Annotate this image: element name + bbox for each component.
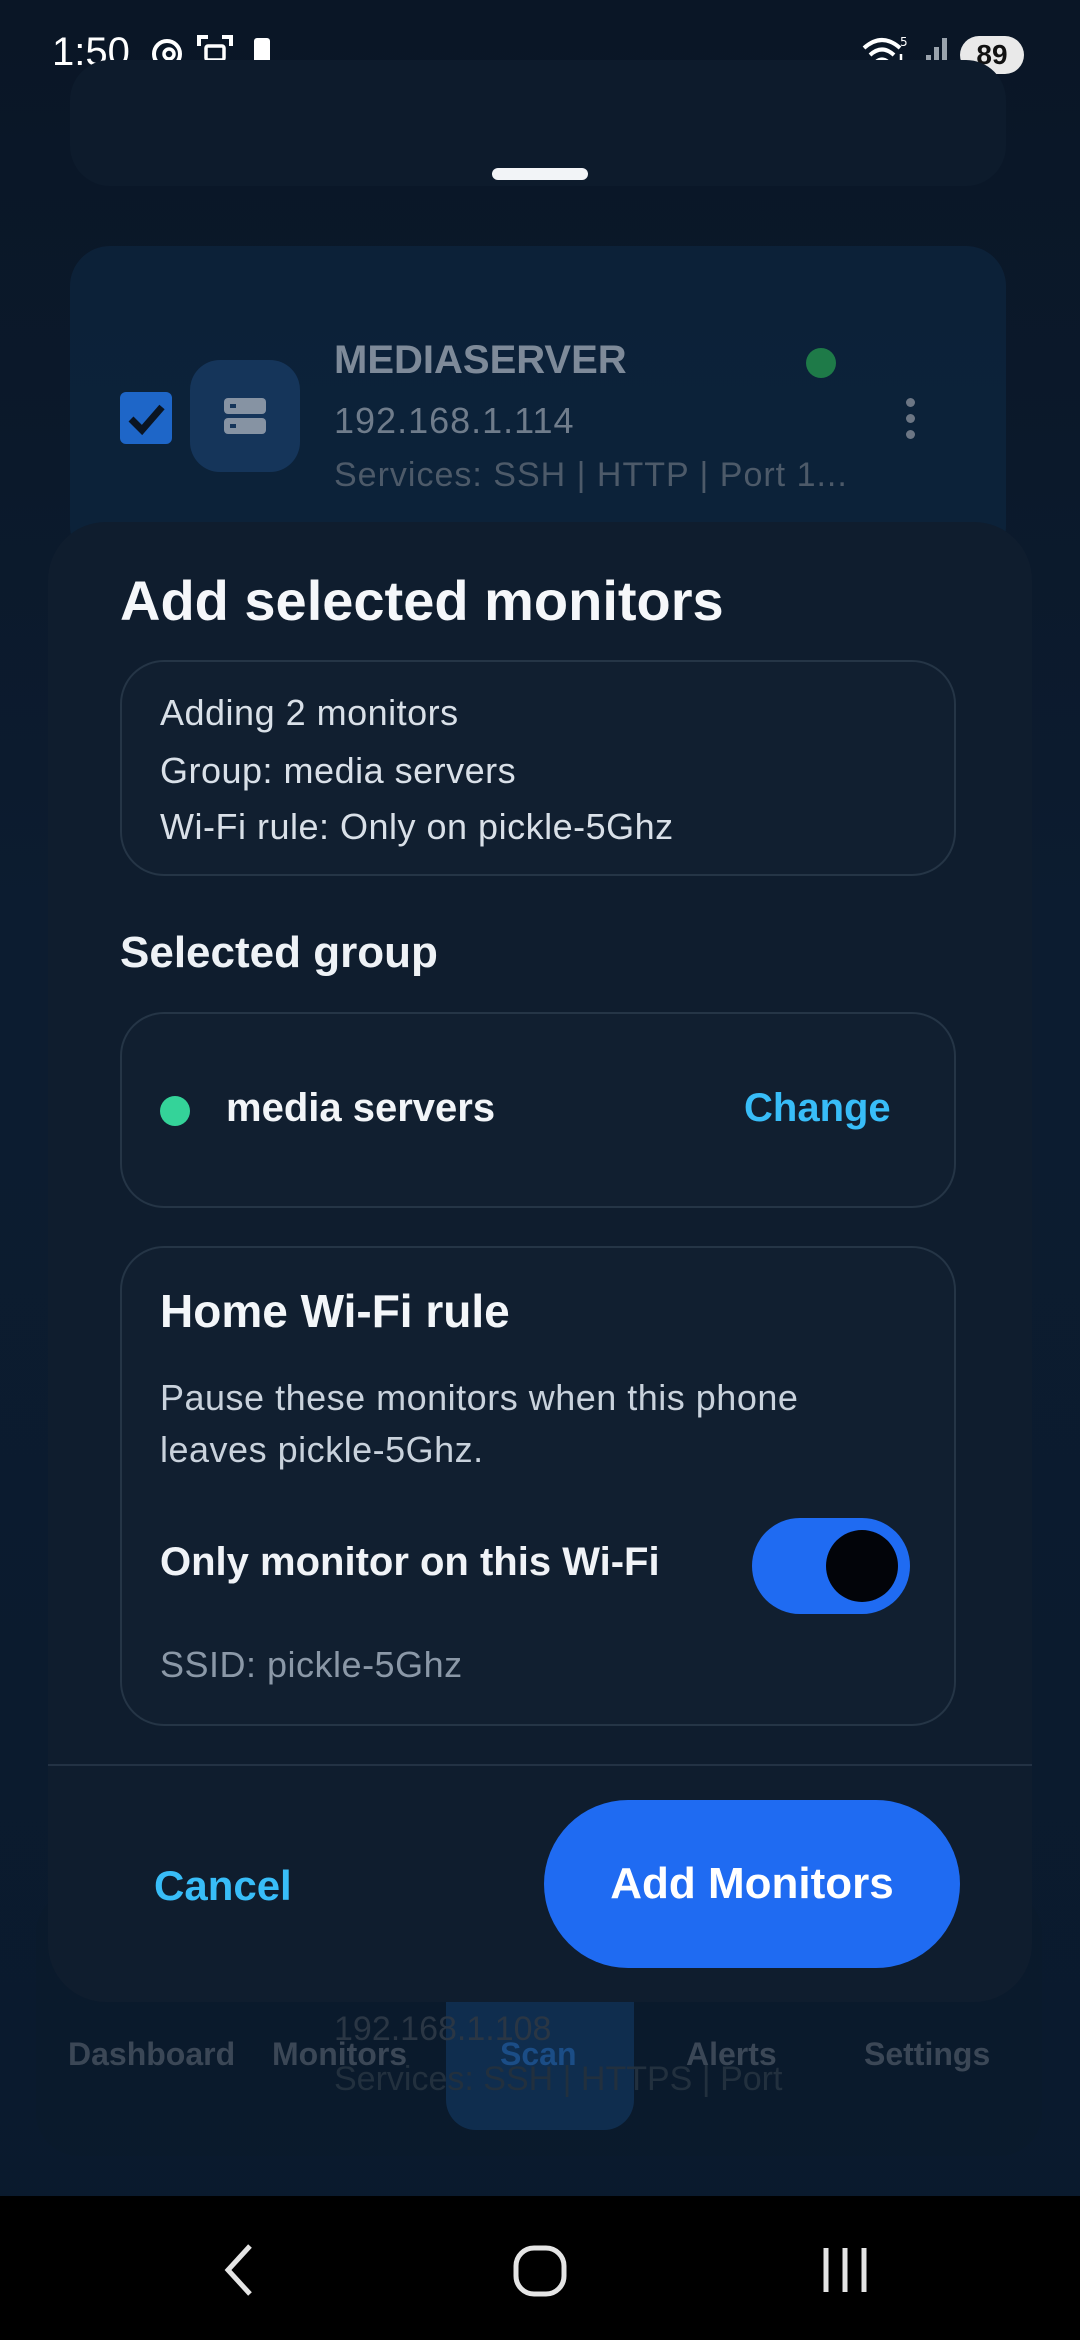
group-color-dot [160, 1096, 190, 1126]
sheet-title: Add selected monitors [120, 569, 724, 632]
nav-alerts[interactable]: Alerts [686, 2036, 777, 2073]
server-checkbox[interactable] [120, 392, 172, 444]
group-name: media servers [226, 1086, 496, 1130]
more-options-icon[interactable] [906, 398, 918, 446]
wifi-rule-title: Home Wi-Fi rule [160, 1285, 510, 1337]
online-status-dot [806, 348, 836, 378]
nav-settings[interactable]: Settings [864, 2036, 990, 2073]
change-group-button[interactable]: Change [744, 1086, 891, 1131]
server-services: Services: SSH | HTTP | Port 1... [334, 456, 848, 494]
nav-scan[interactable]: Scan [500, 2036, 576, 2073]
cancel-button[interactable]: Cancel [154, 1862, 292, 1910]
check-icon [128, 404, 165, 436]
summary-count: Adding 2 monitors [160, 692, 459, 733]
recent-apps-icon[interactable] [818, 2240, 872, 2300]
nav-dashboard[interactable]: Dashboard [68, 2036, 235, 2073]
summary-wifi-rule: Wi-Fi rule: Only on pickle-5Ghz [160, 806, 674, 847]
svg-text:5: 5 [900, 35, 908, 49]
nav-monitors[interactable]: Monitors [272, 2036, 407, 2073]
server-name: MEDIASERVER [334, 338, 627, 382]
server-ip: 192.168.1.114 [334, 400, 575, 441]
server-icon [190, 360, 300, 472]
summary-group: Group: media servers [160, 750, 517, 791]
sheet-drag-handle[interactable] [492, 168, 588, 180]
toggle-knob [826, 1530, 898, 1602]
back-icon[interactable] [220, 2240, 260, 2300]
home-icon[interactable] [510, 2240, 570, 2300]
add-monitors-button[interactable]: Add Monitors [544, 1800, 960, 1968]
wifi-rule-description: Pause these monitors when this phone lea… [160, 1377, 799, 1470]
selected-group-title: Selected group [120, 928, 438, 977]
sheet-divider [48, 1764, 1032, 1766]
ssid-label: SSID: pickle-5Ghz [160, 1644, 463, 1685]
wifi-toggle-label: Only monitor on this Wi-Fi [160, 1540, 660, 1584]
